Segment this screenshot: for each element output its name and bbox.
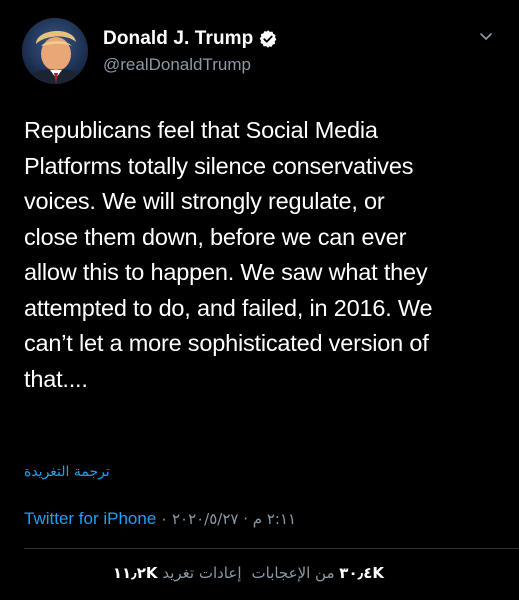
- translate-tweet-link[interactable]: ترجمة التغريدة: [24, 464, 110, 480]
- tweet-timestamp[interactable]: ٢:١١ م · ٢٠٢٠/٥/٢٧: [172, 510, 296, 528]
- likes-label: من الإعجابات: [251, 564, 335, 582]
- retweets-count: ١١٫٢K: [112, 564, 158, 582]
- tweet-text: Republicans feel that Social Media Platf…: [24, 117, 433, 392]
- author-handle[interactable]: @realDonaldTrump: [103, 55, 278, 75]
- chevron-down-icon[interactable]: [478, 28, 494, 44]
- author-names: Donald J. Trump @realDonaldTrump: [103, 26, 278, 75]
- tweet-meta: Twitter for iPhone · ٢:١١ م · ٢٠٢٠/٥/٢٧: [24, 509, 296, 529]
- avatar[interactable]: [22, 18, 88, 84]
- meta-separator: ·: [161, 509, 167, 528]
- likes-count: ٣٠٫٤K: [339, 564, 384, 582]
- retweets-label: إعادات تغريد: [162, 564, 242, 582]
- display-name[interactable]: Donald J. Trump: [103, 28, 253, 50]
- avatar-image: [22, 18, 88, 84]
- tweet-header: Donald J. Trump @realDonaldTrump: [22, 18, 502, 84]
- tweet-card: Donald J. Trump @realDonaldTrump Republi…: [0, 0, 519, 600]
- engagement-stats: ٣٠٫٤K من الإعجابات إعادات تغريد ١١٫٢K: [24, 564, 384, 582]
- verified-badge-icon: [258, 29, 278, 49]
- divider: [24, 548, 519, 549]
- source-link[interactable]: Twitter for iPhone: [24, 509, 156, 529]
- display-name-row: Donald J. Trump: [103, 26, 278, 52]
- retweets-stat[interactable]: إعادات تغريد ١١٫٢K: [113, 564, 242, 582]
- likes-stat[interactable]: ٣٠٫٤K من الإعجابات: [252, 564, 385, 582]
